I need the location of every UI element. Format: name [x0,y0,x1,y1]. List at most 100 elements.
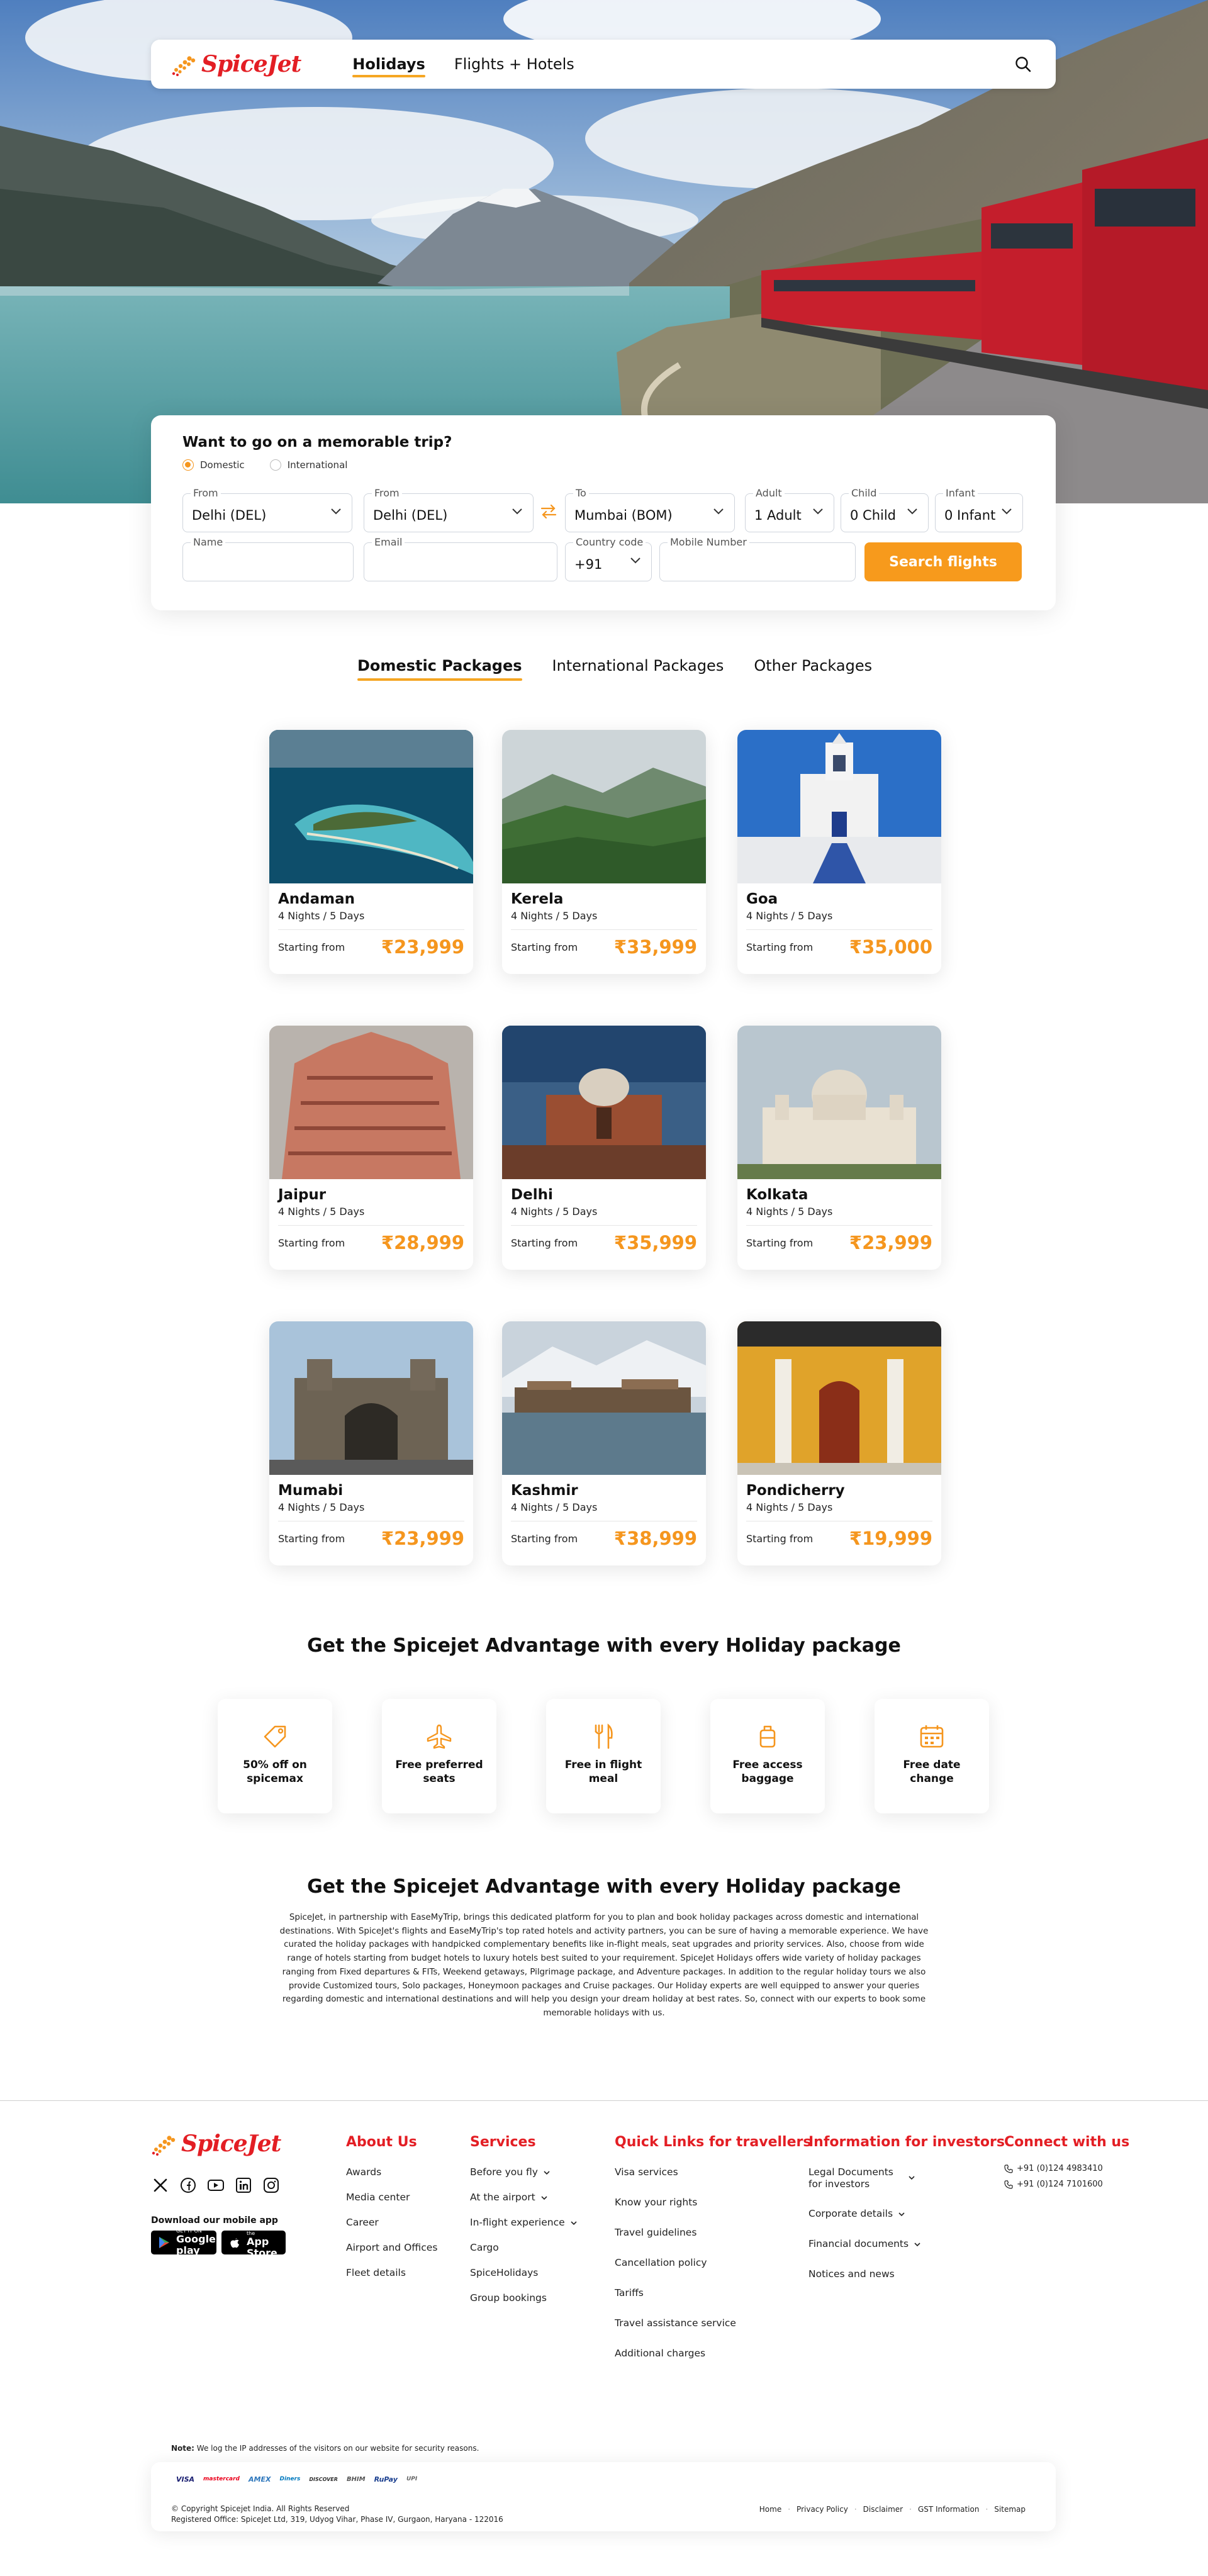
legal-link-gst-information[interactable]: GST Information [918,2505,980,2514]
footer-link-group-bookings[interactable]: Group bookings [470,2292,578,2317]
to-select[interactable]: To Mumbai (BOM) [565,487,735,532]
footer-link-cargo[interactable]: Cargo [470,2242,578,2267]
footer-link-label: In-flight experience [470,2217,565,2228]
footer-link-notices-news[interactable]: Notices and news [808,2268,1005,2293]
from-destination-select[interactable]: From Delhi (DEL) [364,487,534,532]
mumbai-gateway-image [269,1321,473,1475]
footer-link-before-you-fly[interactable]: Before you fly [470,2166,578,2192]
footer-link-financial-documents[interactable]: Financial documents [808,2238,1005,2268]
footer-link-fleet-details[interactable]: Fleet details [346,2267,437,2292]
spicejet-logo[interactable]: SpiceJet [171,51,301,77]
note-label: Note: [171,2444,194,2453]
phone-number: +91 (0)124 4983410 [1017,2164,1103,2173]
tab-domestic-packages[interactable]: Domestic Packages [357,657,522,681]
starting-from-label: Starting from [511,1236,578,1249]
app-store-button[interactable]: Download on the App Store [221,2226,286,2258]
tab-flights-hotels[interactable]: Flights + Hotels [454,40,574,89]
facebook-link[interactable] [179,2176,198,2195]
footer-link-travel-assistance[interactable]: Travel assistance service [615,2317,811,2348]
separator: · [909,2505,912,2514]
chevron-down-icon [713,508,724,515]
footer-link-career[interactable]: Career [346,2217,437,2242]
footer-link-tariffs[interactable]: Tariffs [615,2287,811,2317]
footer-bottom-bar: VISA mastercard AMEX Diners DISCOVER BHI… [151,2462,1056,2531]
package-card-kolkata[interactable]: Kolkata 4 Nights / 5 Days Starting from … [737,1026,941,1270]
legal-link-sitemap[interactable]: Sitemap [994,2505,1026,2514]
search-icon [1015,57,1031,72]
phone-link-2[interactable]: +91 (0)124 7101600 [1004,2180,1129,2189]
chevron-down-icon [914,2243,920,2247]
package-card-delhi[interactable]: Delhi 4 Nights / 5 Days Starting from ₹3… [502,1026,706,1270]
footer-logo[interactable]: SpiceJet [151,2131,281,2157]
email-input[interactable]: Email [364,536,557,581]
footer-link-at-the-airport[interactable]: At the airport [470,2192,578,2217]
radio-unselected-icon [269,459,281,471]
radio-selected-icon [182,459,194,471]
instagram-link[interactable] [262,2176,281,2195]
tab-international-packages[interactable]: International Packages [552,657,724,681]
search-button[interactable] [1010,52,1036,77]
legal-link-home[interactable]: Home [759,2505,781,2514]
store-name: Google play [176,2233,216,2256]
adult-select[interactable]: Adult 1 Adult [745,487,834,532]
advantage-title: Get the Spicejet Advantage with every Ho… [307,1635,901,1657]
footer-link-awards[interactable]: Awards [346,2166,437,2192]
footer-link-additional-charges[interactable]: Additional charges [615,2348,811,2378]
legal-link-disclaimer[interactable]: Disclaimer [863,2505,903,2514]
footer-link-spiceholidays[interactable]: SpiceHolidays [470,2267,578,2292]
field-value: 1 Adult [754,508,802,523]
chevron-down-icon [1002,508,1012,515]
phone-link-1[interactable]: +91 (0)124 4983410 [1004,2164,1129,2173]
swap-cities-button[interactable] [536,499,561,524]
kerela-hills-image [502,730,706,883]
footer-link-know-your-rights[interactable]: Know your rights [615,2197,811,2227]
footer-link-airport-offices[interactable]: Airport and Offices [346,2242,437,2267]
legal-link-privacy-policy[interactable]: Privacy Policy [797,2505,848,2514]
package-tabs: Domestic Packages International Packages… [357,657,872,681]
from-origin-select[interactable]: From Delhi (DEL) [182,487,352,532]
package-card-andaman[interactable]: Andaman 4 Nights / 5 Days Starting from … [269,730,473,974]
advantage-flight-meal: Free in flight meal [546,1699,661,1813]
field-value: 0 Child [850,508,897,523]
footer-link-legal-documents[interactable]: Legal Documents for investors [808,2166,1005,2208]
package-card-mumabi[interactable]: Mumabi 4 Nights / 5 Days Starting from ₹… [269,1321,473,1565]
social-links [151,2176,281,2195]
footer-link-visa-services[interactable]: Visa services [615,2166,811,2197]
search-flights-button[interactable]: Search flights [864,542,1022,581]
name-input[interactable]: Name [182,536,354,581]
country-code-select[interactable]: Country code +91 [565,536,652,581]
package-card-kerela[interactable]: Kerela 4 Nights / 5 Days Starting from ₹… [502,730,706,974]
youtube-link[interactable] [206,2176,225,2195]
footer-link-inflight-experience[interactable]: In-flight experience [470,2217,578,2242]
footer-connect: Connect with us +91 (0)124 4983410 +91 (… [1004,2134,1129,2195]
radio-international[interactable]: International [269,459,347,471]
footer-link-label: Financial documents [808,2238,909,2249]
radio-domestic[interactable]: Domestic [182,459,245,471]
field-label: Adult [753,487,785,499]
package-card-goa[interactable]: Goa 4 Nights / 5 Days Starting from ₹35,… [737,730,941,974]
payment-methods: VISA mastercard AMEX Diners DISCOVER BHI… [176,2473,417,2485]
discover-logo: DISCOVER [309,2476,338,2482]
footer-link-travel-guidelines[interactable]: Travel guidelines [615,2227,811,2257]
advantage-label: Free access baggage [732,1759,803,1786]
tab-holidays[interactable]: Holidays [352,40,425,89]
footer-link-cancellation-policy[interactable]: Cancellation policy [615,2257,811,2287]
kashmir-lake-image [502,1321,706,1475]
infant-select[interactable]: Infant 0 Infant [935,487,1023,532]
package-card-kashmir[interactable]: Kashmir 4 Nights / 5 Days Starting from … [502,1321,706,1565]
footer-link-corporate-details[interactable]: Corporate details [808,2208,1005,2238]
field-label: Child [849,487,880,499]
package-duration: 4 Nights / 5 Days [278,910,365,922]
footer-link-media-center[interactable]: Media center [346,2192,437,2217]
linkedin-link[interactable] [234,2176,253,2195]
package-card-pondicherry[interactable]: Pondicherry 4 Nights / 5 Days Starting f… [737,1321,941,1565]
mobile-number-input[interactable]: Mobile Number [659,536,856,581]
package-name: Goa [746,891,778,907]
child-select[interactable]: Child 0 Child [841,487,929,532]
google-play-button[interactable]: GET IT ON Google play [151,2229,216,2256]
instagram-icon [264,2178,279,2193]
x-twitter-link[interactable] [151,2176,170,2195]
package-card-jaipur[interactable]: Jaipur 4 Nights / 5 Days Starting from ₹… [269,1026,473,1270]
tab-other-packages[interactable]: Other Packages [754,657,872,681]
field-label: To [573,487,589,499]
